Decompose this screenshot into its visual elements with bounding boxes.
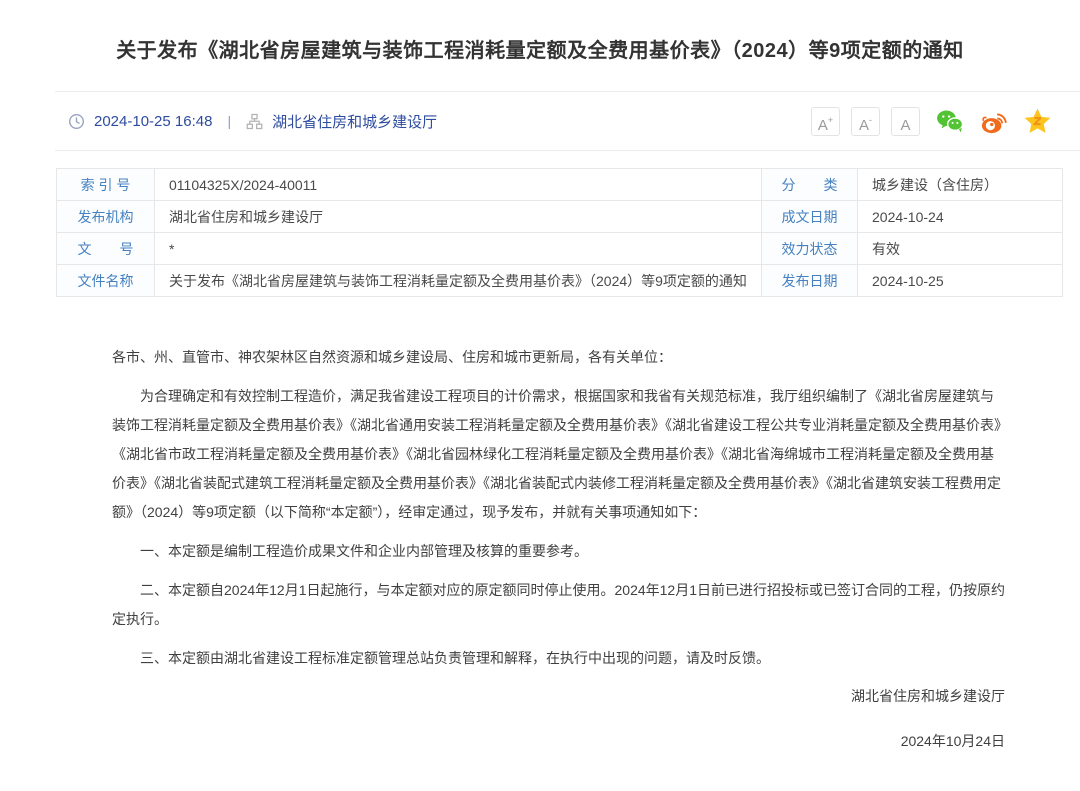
table-row: 文件名称 关于发布《湖北省房屋建筑与装饰工程消耗量定额及全费用基价表》（2024… <box>57 265 1063 297</box>
wechat-share-icon[interactable] <box>935 107 964 136</box>
validity-value: 有效 <box>858 233 1063 265</box>
organization-icon <box>246 113 263 130</box>
issuing-agency-label: 发布机构 <box>57 201 155 233</box>
doc-number-label: 文 号 <box>57 233 155 265</box>
validity-label: 效力状态 <box>762 233 858 265</box>
publish-datetime: 2024-10-25 16:48 <box>94 113 212 130</box>
category-value: 城乡建设（含住房） <box>858 169 1063 201</box>
written-date-value: 2024-10-24 <box>858 201 1063 233</box>
item-2-paragraph: 二、本定额自2024年12月1日起施行，与本定额对应的原定额同时停止使用。202… <box>112 576 1005 634</box>
issuing-agency-value: 湖北省住房和城乡建设厅 <box>155 201 762 233</box>
divider-line-bottom <box>55 150 1080 151</box>
table-row: 文 号 * 效力状态 有效 <box>57 233 1063 265</box>
document-body: 各市、州、直管市、神农架林区自然资源和城乡建设局、住房和城市更新局，各有关单位：… <box>112 343 1005 756</box>
salutation-paragraph: 各市、州、直管市、神农架林区自然资源和城乡建设局、住房和城市更新局，各有关单位： <box>112 343 1005 372</box>
weibo-share-icon[interactable] <box>979 107 1008 136</box>
source-org-link[interactable]: 湖北省住房和城乡建设厅 <box>272 111 437 132</box>
item-1-paragraph: 一、本定额是编制工程造价成果文件和企业内部管理及核算的重要参考。 <box>112 537 1005 566</box>
table-row: 索 引 号 01104325X/2024-40011 分 类 城乡建设（含住房） <box>57 169 1063 201</box>
meta-info: 2024-10-25 16:48 | 湖北省住房和城乡建设厅 <box>68 111 437 132</box>
doc-name-label: 文件名称 <box>57 265 155 297</box>
meta-divider: | <box>221 113 237 129</box>
written-date-label: 成文日期 <box>762 201 858 233</box>
doc-number-value: * <box>155 233 762 265</box>
font-decrease-button[interactable]: A- <box>851 107 880 136</box>
index-number-label: 索 引 号 <box>57 169 155 201</box>
meta-bar: 2024-10-25 16:48 | 湖北省住房和城乡建设厅 A+ A- A <box>68 92 1052 150</box>
index-number-value: 01104325X/2024-40011 <box>155 169 762 201</box>
signature-date: 2024年10月24日 <box>112 727 1005 756</box>
item-3-paragraph: 三、本定额由湖北省建设工程标准定额管理总站负责管理和解释，在执行中出现的问题，请… <box>112 644 1005 673</box>
document-metadata-table: 索 引 号 01104325X/2024-40011 分 类 城乡建设（含住房）… <box>56 168 1063 297</box>
page-title: 关于发布《湖北省房屋建筑与装饰工程消耗量定额及全费用基价表》（2024）等9项定… <box>0 34 1080 63</box>
article-page: 关于发布《湖北省房屋建筑与装饰工程消耗量定额及全费用基价表》（2024）等9项定… <box>0 34 1080 791</box>
qzone-share-icon[interactable] <box>1023 107 1052 136</box>
font-reset-button[interactable]: A <box>891 107 920 136</box>
category-label: 分 类 <box>762 169 858 201</box>
publish-date-value: 2024-10-25 <box>858 265 1063 297</box>
publish-date-label: 发布日期 <box>762 265 858 297</box>
clock-icon <box>68 113 85 130</box>
intro-paragraph: 为合理确定和有效控制工程造价，满足我省建设工程项目的计价需求，根据国家和我省有关… <box>112 382 1005 527</box>
font-increase-button[interactable]: A+ <box>811 107 840 136</box>
toolbar: A+ A- A <box>811 107 1052 136</box>
signature-org: 湖北省住房和城乡建设厅 <box>112 682 1005 711</box>
doc-name-value: 关于发布《湖北省房屋建筑与装饰工程消耗量定额及全费用基价表》（2024）等9项定… <box>155 265 762 297</box>
table-row: 发布机构 湖北省住房和城乡建设厅 成文日期 2024-10-24 <box>57 201 1063 233</box>
